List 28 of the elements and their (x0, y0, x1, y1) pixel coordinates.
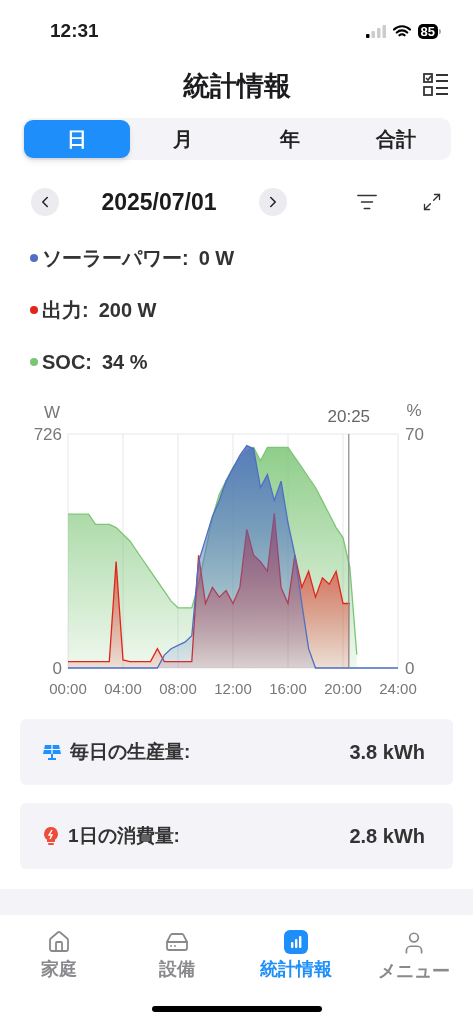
legend-label: 出力: (42, 298, 89, 323)
legend-value: 34 % (102, 350, 148, 375)
status-time: 12:31 (50, 18, 99, 43)
axis-label: 24:00 (379, 680, 417, 697)
axis-label: 0 (52, 659, 62, 678)
axis-label: 04:00 (104, 680, 142, 697)
axis-label: 12:00 (214, 680, 252, 697)
battery-level: 85 (417, 23, 438, 39)
cursor-time: 20:25 (327, 407, 371, 426)
summary-label: 毎日の生産量: (70, 739, 191, 764)
axis-label: 08:00 (159, 680, 197, 697)
summary-value: 2.8 kWh (349, 824, 425, 849)
axis-label: 00:00 (49, 680, 87, 697)
page-title: 統計情報 (182, 69, 291, 103)
axis-label: 70 (405, 425, 424, 444)
axis-label: 0 (405, 659, 415, 678)
date-label: 2025/07/01 (100, 187, 218, 217)
axis-label: 726 (33, 425, 62, 444)
legend-value: 0 W (198, 246, 235, 271)
legend-label: ソーラーパワー: (42, 246, 189, 271)
legend-value: 200 W (98, 298, 157, 323)
axis-unit: % (406, 401, 422, 420)
legend-label: SOC: (42, 350, 92, 375)
summary-label: 1日の消費量: (68, 823, 180, 848)
axis-label: 16:00 (269, 680, 307, 697)
summary-value: 3.8 kWh (349, 740, 425, 765)
axis-label: 20:00 (324, 680, 362, 697)
axis-unit: W (44, 403, 60, 422)
